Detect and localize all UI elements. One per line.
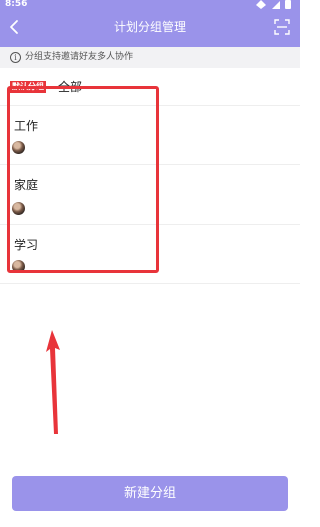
- group-row-all[interactable]: 默认分组 全部: [0, 68, 300, 106]
- group-row-study[interactable]: 学习: [0, 225, 300, 284]
- page-title: 计划分组管理: [113, 20, 186, 34]
- avatar: [12, 141, 25, 154]
- new-group-button[interactable]: 新建分组: [12, 476, 288, 511]
- avatar: [12, 202, 25, 215]
- status-icons: [256, 0, 291, 9]
- scan-icon[interactable]: [274, 19, 290, 35]
- collab-notice: i 分组支持邀请好友多人协作: [0, 47, 300, 68]
- status-time: 8:56: [5, 0, 28, 9]
- group-name: 工作: [14, 119, 39, 133]
- notice-text: 分组支持邀请好友多人协作: [25, 52, 134, 62]
- group-name: 家庭: [14, 178, 39, 192]
- annotation-arrow-icon: [46, 330, 60, 434]
- wifi-icon: [256, 0, 266, 9]
- avatar: [12, 260, 25, 273]
- signal-icon: [272, 1, 280, 9]
- group-name: 全部: [58, 80, 83, 94]
- group-name: 学习: [14, 238, 39, 252]
- group-row-work[interactable]: 工作: [0, 106, 300, 165]
- info-icon: i: [10, 52, 21, 63]
- group-row-family[interactable]: 家庭: [0, 165, 300, 225]
- battery-icon: [285, 0, 291, 9]
- app-header: 8:56 计划分组管理: [0, 0, 300, 47]
- default-group-tag: 默认分组: [10, 81, 46, 93]
